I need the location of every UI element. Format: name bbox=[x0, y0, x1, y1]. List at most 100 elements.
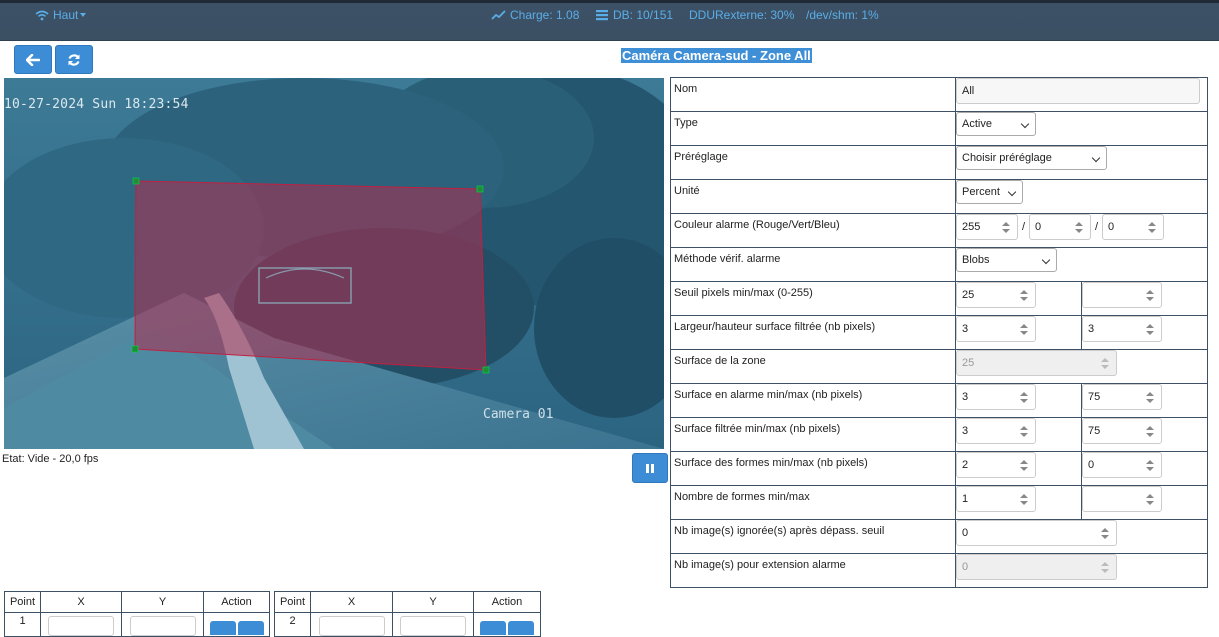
header-point: Point bbox=[4, 591, 41, 613]
camera-view[interactable]: 10-27-2024 Sun 18:23:54 Camera 01 bbox=[4, 78, 664, 449]
table-row: 2 bbox=[274, 612, 541, 637]
pause-button[interactable] bbox=[632, 453, 668, 483]
point-number: 2 bbox=[274, 612, 311, 637]
row-type: Type Active bbox=[670, 111, 1208, 146]
header-y: Y bbox=[121, 591, 204, 613]
blob-area-max-input[interactable]: 0 bbox=[1082, 452, 1162, 478]
spinner-icon[interactable] bbox=[1145, 391, 1155, 404]
zone-settings-table: Nom All Type Active Préréglage Choisir p… bbox=[670, 77, 1208, 588]
row-blob-count: Nombre de formes min/max 1 bbox=[670, 485, 1208, 520]
spinner-icon[interactable] bbox=[1147, 221, 1157, 234]
max-value: 75 bbox=[1088, 391, 1101, 403]
blob-count-max-input[interactable] bbox=[1082, 486, 1162, 512]
spinner-icon[interactable] bbox=[1145, 323, 1155, 336]
point-y-input[interactable] bbox=[129, 616, 196, 636]
alarm-color-red-input[interactable]: 255 bbox=[956, 214, 1018, 240]
chevron-down-icon bbox=[1007, 187, 1017, 197]
type-select[interactable]: Active bbox=[956, 112, 1036, 136]
alarm-area-max-input[interactable]: 75 bbox=[1082, 384, 1162, 410]
zone-area-input: 25 bbox=[956, 350, 1117, 376]
charge-text: Charge: 1.08 bbox=[510, 8, 580, 22]
label-blob-area: Surface des formes min/max (nb pixels) bbox=[670, 451, 956, 486]
label-zone-area: Surface de la zone bbox=[670, 349, 956, 384]
spinner-icon[interactable] bbox=[1019, 493, 1029, 506]
chevron-down-icon bbox=[1020, 119, 1030, 129]
row-filter-size: Largeur/hauteur surface filtrée (nb pixe… bbox=[670, 315, 1208, 350]
spinner-icon[interactable] bbox=[1145, 459, 1155, 472]
blob-area-min-input[interactable]: 2 bbox=[956, 452, 1036, 478]
spinner-icon[interactable] bbox=[1145, 425, 1155, 438]
refresh-icon bbox=[68, 53, 80, 66]
filtered-area-min-input[interactable]: 3 bbox=[956, 418, 1036, 444]
database-icon bbox=[596, 10, 608, 21]
filtered-area-max-input[interactable]: 75 bbox=[1082, 418, 1162, 444]
spinner-icon[interactable] bbox=[1019, 391, 1029, 404]
min-value: 25 bbox=[962, 289, 975, 301]
refresh-button[interactable] bbox=[55, 45, 93, 74]
add-point-button[interactable] bbox=[480, 620, 506, 635]
blue-value: 0 bbox=[1108, 221, 1115, 233]
pixel-threshold-max-input[interactable] bbox=[1082, 282, 1162, 308]
label-check-method: Méthode vérif. alarme bbox=[670, 247, 956, 282]
points-table-2: Point X Y Action 2 bbox=[274, 591, 541, 637]
unit-select-value: Percent bbox=[962, 186, 1000, 198]
spinner-icon[interactable] bbox=[1019, 425, 1029, 438]
check-method-value: Blobs bbox=[962, 254, 990, 266]
spinner-icon[interactable] bbox=[1001, 221, 1011, 234]
shm-indicator: /dev/shm: 1% bbox=[806, 8, 879, 22]
arrow-left-icon bbox=[26, 53, 40, 66]
pixel-threshold-min-input[interactable]: 25 bbox=[956, 282, 1036, 308]
row-unit: Unité Percent bbox=[670, 179, 1208, 214]
camera-image bbox=[4, 78, 664, 449]
chevron-down-icon bbox=[1041, 255, 1051, 265]
row-extend-alarm-frames: Nb image(s) pour extension alarme 0 bbox=[670, 553, 1208, 588]
caret-down-icon bbox=[80, 13, 87, 17]
spinner-icon[interactable] bbox=[1019, 289, 1029, 302]
remove-point-button[interactable] bbox=[508, 620, 534, 635]
min-value: 1 bbox=[962, 493, 969, 505]
user-menu[interactable]: Haut bbox=[35, 8, 87, 22]
unit-select[interactable]: Percent bbox=[956, 180, 1023, 204]
filter-height-input[interactable]: 3 bbox=[1082, 316, 1162, 342]
filter-width-input[interactable]: 3 bbox=[956, 316, 1036, 342]
back-button[interactable] bbox=[14, 45, 52, 74]
wifi-icon bbox=[35, 10, 49, 21]
spinner-icon[interactable] bbox=[1145, 493, 1155, 506]
spinner-icon[interactable] bbox=[1019, 323, 1029, 336]
remove-point-button[interactable] bbox=[237, 620, 264, 635]
label-filter-size: Largeur/hauteur surface filtrée (nb pixe… bbox=[670, 315, 956, 350]
alarm-color-green-input[interactable]: 0 bbox=[1029, 214, 1091, 240]
header-x: X bbox=[40, 591, 122, 613]
spinner-icon[interactable] bbox=[1145, 289, 1155, 302]
point-x-input[interactable] bbox=[48, 616, 114, 636]
pause-icon bbox=[646, 463, 654, 473]
blob-count-min-input[interactable]: 1 bbox=[956, 486, 1036, 512]
extend-alarm-frames-value: 0 bbox=[962, 561, 969, 573]
overload-frames-input[interactable]: 0 bbox=[956, 520, 1117, 546]
row-alarm-color: Couleur alarme (Rouge/Vert/Bleu) 255 / 0 / 0 bbox=[670, 213, 1208, 248]
preset-select[interactable]: Choisir préréglage bbox=[956, 146, 1107, 170]
header-point: Point bbox=[274, 591, 311, 613]
db-text: DB: 10/151 bbox=[613, 8, 674, 22]
spinner-icon bbox=[1100, 561, 1110, 574]
spinner-icon[interactable] bbox=[1019, 459, 1029, 472]
chevron-down-icon bbox=[1091, 153, 1101, 163]
nom-input[interactable]: All bbox=[956, 78, 1200, 104]
label-unit: Unité bbox=[670, 179, 956, 214]
row-check-method: Méthode vérif. alarme Blobs bbox=[670, 247, 1208, 282]
add-point-button[interactable] bbox=[209, 620, 236, 635]
label-filtered-area: Surface filtrée min/max (nb pixels) bbox=[670, 417, 956, 452]
points-table-1: Point X Y Action 1 bbox=[4, 591, 270, 637]
point-y-input[interactable] bbox=[400, 616, 466, 636]
point-x-input[interactable] bbox=[318, 616, 385, 636]
check-method-select[interactable]: Blobs bbox=[956, 248, 1057, 272]
db-indicator: DB: 10/151 bbox=[595, 8, 673, 22]
label-pixel-threshold: Seuil pixels min/max (0-255) bbox=[670, 281, 956, 316]
header-action: Action bbox=[473, 591, 541, 613]
point-number: 1 bbox=[4, 612, 41, 637]
alarm-color-blue-input[interactable]: 0 bbox=[1102, 214, 1164, 240]
row-overload-frames: Nb image(s) ignorée(s) après dépass. seu… bbox=[670, 519, 1208, 554]
spinner-icon[interactable] bbox=[1074, 221, 1084, 234]
spinner-icon[interactable] bbox=[1100, 527, 1110, 540]
alarm-area-min-input[interactable]: 3 bbox=[956, 384, 1036, 410]
